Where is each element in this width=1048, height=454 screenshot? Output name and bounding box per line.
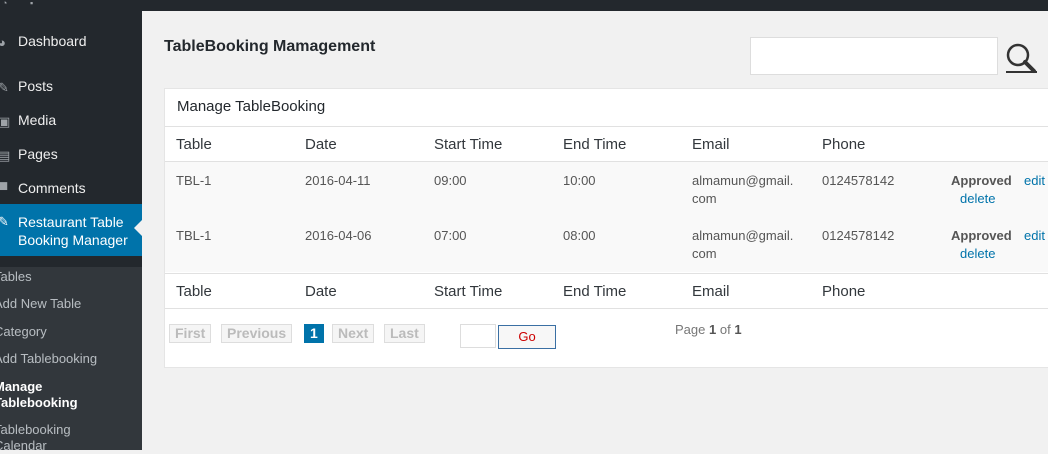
cell-end-time: 08:00 — [563, 228, 596, 243]
search-input[interactable] — [750, 37, 998, 75]
submenu-item-manage-tablebooking[interactable]: Manage Tablebooking — [0, 379, 84, 411]
cell-start-time: 09:00 — [434, 173, 467, 188]
table-row: TBL-1 2016-04-06 07:00 08:00 almamun@gma… — [165, 217, 1048, 272]
sidebar-item-dashboard[interactable]: ◕ Dashboard — [0, 32, 142, 50]
column-header: Start Time — [434, 136, 503, 153]
column-header: Email — [692, 136, 730, 153]
edit-link[interactable]: edit — [1024, 172, 1045, 190]
cell-phone: 0124578142 — [822, 228, 895, 243]
delete-link[interactable]: delete — [960, 245, 995, 263]
pin-icon: ✎ — [0, 214, 9, 229]
sidebar-item-restaurant-table-booking[interactable]: ✎ Restaurant Table Booking Manager — [0, 204, 142, 256]
status-badge: Approved — [951, 228, 1012, 243]
cell-date: 2016-04-11 — [305, 173, 371, 188]
wordpress-icon[interactable]: ◔ — [2, 0, 12, 8]
pagination-current[interactable]: 1 — [304, 324, 324, 343]
submenu-item-tablebooking-calendar[interactable]: Tablebooking Calendar — [0, 422, 84, 454]
pagination-previous[interactable]: Previous — [221, 324, 293, 343]
page-info-prefix: Page — [675, 322, 706, 337]
submenu-item-tables[interactable]: Tables — [0, 269, 134, 285]
pagination-next[interactable]: Next — [332, 324, 375, 343]
email-line: almamun@gmail. — [692, 228, 794, 243]
search-button[interactable] — [1004, 42, 1038, 74]
sidebar-item-media[interactable]: ▣ Media — [0, 111, 142, 129]
email-line: com — [692, 246, 717, 261]
cell-table: TBL-1 — [176, 173, 212, 188]
pagination-last[interactable]: Last — [384, 324, 425, 343]
table-row: TBL-1 2016-04-11 09:00 10:00 almamun@gma… — [165, 162, 1048, 217]
cell-date: 2016-04-06 — [305, 228, 372, 243]
cell-email: almamun@gmail. com — [692, 227, 793, 263]
submenu-item-category[interactable]: Category — [0, 324, 134, 340]
sidebar-item-pages[interactable]: ▤ Pages — [0, 145, 142, 163]
table-footer: Table Date Start Time End Time Email Pho… — [165, 273, 1048, 309]
sidebar-item-comments[interactable]: ▀ Comments — [0, 179, 142, 197]
bookings-panel: Manage TableBooking Table Date Start Tim… — [164, 88, 1048, 368]
delete-link[interactable]: delete — [960, 190, 995, 208]
dashboard-icon: ◕ — [0, 35, 6, 50]
page-info: Page 1 of 1 — [675, 322, 742, 337]
submenu-item-add-new-table[interactable]: Add New Table — [0, 296, 134, 312]
column-header: Table — [176, 136, 212, 153]
cell-start-time: 07:00 — [434, 228, 467, 243]
comment-icon: ▀ — [0, 182, 8, 197]
column-header: Date — [305, 136, 337, 153]
panel-title: Manage TableBooking — [177, 98, 326, 115]
submenu: Tables Add New Table Category Add Tableb… — [0, 267, 142, 453]
edit-link[interactable]: edit — [1024, 227, 1045, 245]
status-badge: Approved — [951, 173, 1012, 188]
search-icon — [1006, 43, 1037, 73]
cell-table: TBL-1 — [176, 228, 212, 243]
column-footer: Email — [692, 283, 730, 300]
column-header: Phone — [822, 136, 866, 153]
column-footer: Phone — [822, 283, 866, 300]
page-info-current: 1 — [709, 322, 717, 337]
column-footer: End Time — [563, 283, 627, 300]
home-icon[interactable]: ▪ — [30, 0, 40, 8]
column-header: End Time — [563, 136, 627, 153]
go-button[interactable]: Go — [498, 325, 556, 349]
column-footer: Date — [305, 283, 337, 300]
pin-icon: ✎ — [0, 80, 9, 95]
goto-page-input[interactable] — [460, 324, 496, 348]
media-icon: ▣ — [0, 114, 11, 129]
page-info-total: 1 — [734, 322, 742, 337]
submenu-item-add-tablebooking[interactable]: Add Tablebooking — [0, 351, 134, 367]
email-line: almamun@gmail. — [692, 173, 794, 188]
column-footer: Start Time — [434, 283, 503, 300]
page-info-of: of — [719, 322, 731, 337]
admin-sidebar: ◕ Dashboard ✎ Posts ▣ Media ▤ Pages ▀ Co… — [0, 11, 142, 453]
sidebar-item-posts[interactable]: ✎ Posts — [0, 77, 142, 95]
pagination-first[interactable]: First — [169, 324, 212, 343]
pages-icon: ▤ — [0, 148, 11, 163]
page-title: TableBooking Mamagement — [164, 38, 376, 55]
cell-end-time: 10:00 — [563, 173, 596, 188]
email-line: com — [692, 191, 717, 206]
cell-email: almamun@gmail. com — [692, 172, 793, 208]
table-header: Table Date Start Time End Time Email Pho… — [165, 126, 1048, 162]
cell-phone: 0124578142 — [822, 173, 895, 188]
column-footer: Table — [176, 283, 212, 300]
admin-bar: ◔ ▪ — [0, 0, 1048, 11]
